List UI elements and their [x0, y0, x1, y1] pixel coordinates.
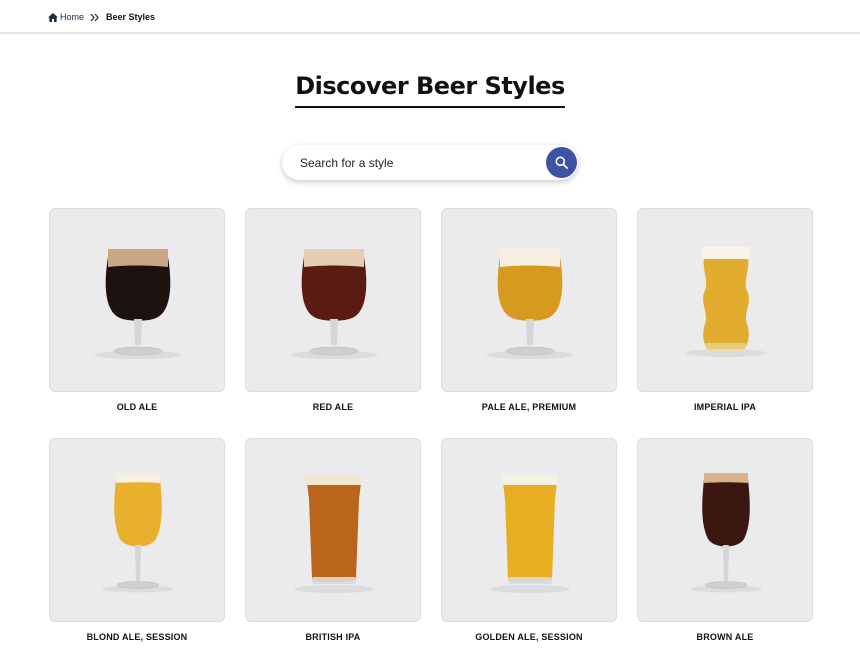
beer-style-grid: OLD ALE RED ALE PALE ALE, PREMIUM IMPERI… [49, 208, 813, 662]
style-card-label: RED ALE [312, 402, 354, 412]
style-card[interactable]: BRITISH IPA [245, 438, 421, 662]
beer-glass-image [294, 475, 374, 593]
style-card-image [245, 208, 421, 392]
style-card-image [637, 438, 813, 622]
style-card-label: GOLDEN ALE, SESSION [475, 632, 583, 642]
style-card-image [441, 438, 617, 622]
style-card-image [441, 208, 617, 392]
style-card[interactable]: RED ALE [245, 208, 421, 438]
style-card[interactable]: BLOND ALE, SESSION [49, 438, 225, 662]
style-card-label: BROWN ALE [696, 632, 754, 642]
style-card[interactable]: IMPERIAL IPA [637, 208, 813, 438]
beer-glass-image [290, 249, 378, 359]
breadcrumb-current: Beer Styles [106, 12, 156, 22]
beer-glass-image [94, 249, 182, 359]
breadcrumb-home-label: Home [60, 12, 85, 22]
style-card[interactable]: OLD ALE [49, 208, 225, 438]
double-chevron-right-icon [90, 13, 99, 21]
style-card-label: BRITISH IPA [305, 632, 361, 642]
search-input[interactable] [300, 145, 540, 180]
style-card-label: PALE ALE, PREMIUM [481, 402, 577, 412]
style-card[interactable]: BROWN ALE [637, 438, 813, 662]
page-title: Discover Beer Styles [295, 72, 565, 108]
beer-glass-image [490, 475, 570, 593]
style-card-image [245, 438, 421, 622]
search-icon [555, 156, 568, 169]
style-card-image [49, 438, 225, 622]
beer-glass-image [486, 249, 574, 359]
style-card-label: IMPERIAL IPA [693, 402, 757, 412]
style-card-label: OLD ALE [116, 402, 158, 412]
style-card[interactable]: PALE ALE, PREMIUM [441, 208, 617, 438]
beer-glass-image [690, 473, 762, 593]
top-bar: Home Beer Styles [0, 0, 860, 34]
beer-glass-image [686, 247, 766, 357]
breadcrumb-home-link[interactable]: Home [48, 12, 84, 22]
style-card-image [637, 208, 813, 392]
breadcrumb: Home Beer Styles [48, 12, 155, 22]
beer-glass-image [102, 473, 174, 593]
search-button[interactable] [546, 147, 577, 178]
title-wrap: Discover Beer Styles [0, 72, 860, 108]
style-card[interactable]: GOLDEN ALE, SESSION [441, 438, 617, 662]
style-card-image [49, 208, 225, 392]
search-bar [282, 145, 578, 180]
style-card-label: BLOND ALE, SESSION [86, 632, 188, 642]
home-icon [48, 12, 58, 22]
